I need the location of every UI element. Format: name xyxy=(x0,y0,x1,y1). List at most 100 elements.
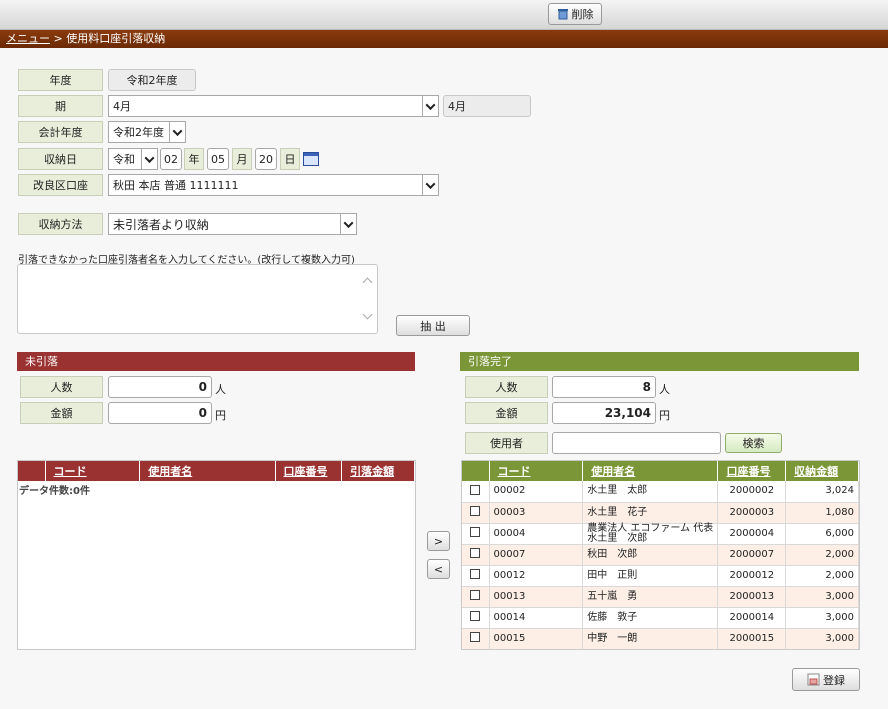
method-select-value: 未引落者より収納 xyxy=(113,217,209,232)
row-account: 2000004 xyxy=(717,523,787,545)
table-row[interactable]: 00014 佐藤 敦子 2000014 3,000 xyxy=(462,607,859,629)
scroll-up-icon[interactable] xyxy=(362,277,373,288)
fiscal-year-select[interactable]: 令和2年度 xyxy=(108,121,186,143)
user-search-input[interactable] xyxy=(552,432,721,454)
year-num-input[interactable]: 02 xyxy=(160,148,182,170)
month-unit: 月 xyxy=(232,148,252,170)
done-col-name[interactable]: 使用者名 xyxy=(582,461,719,481)
delete-button[interactable]: 削除 xyxy=(548,3,602,25)
row-code: 00004 xyxy=(489,523,584,545)
done-col-amount[interactable]: 収納金額 xyxy=(785,461,859,481)
search-button[interactable]: 検索 xyxy=(725,433,782,453)
unpaid-col-amount[interactable]: 引落金額 xyxy=(341,461,415,481)
table-row[interactable]: 00003 水土里 花子 2000003 1,080 xyxy=(462,502,859,524)
chevron-down-icon xyxy=(422,175,438,195)
row-amount: 3,024 xyxy=(785,481,859,503)
row-checkbox[interactable] xyxy=(470,527,481,537)
top-toolbar xyxy=(0,0,888,30)
row-code: 00007 xyxy=(489,544,584,566)
row-checkbox[interactable] xyxy=(470,590,481,600)
chevron-down-icon xyxy=(422,96,438,116)
calendar-icon[interactable] xyxy=(303,152,319,166)
breadcrumb-menu-link[interactable]: メニュー xyxy=(6,32,50,45)
row-code: 00003 xyxy=(489,502,584,524)
day-num-input[interactable]: 20 xyxy=(255,148,277,170)
delete-button-label: 削除 xyxy=(571,8,594,21)
done-amount-label: 金額 xyxy=(465,402,548,424)
row-code: 00014 xyxy=(489,607,584,629)
period-select-value: 4月 xyxy=(113,100,131,113)
names-textarea[interactable] xyxy=(17,264,378,334)
method-label: 収納方法 xyxy=(18,213,103,235)
account-select[interactable]: 秋田 本店 普通 1111111 xyxy=(108,174,439,196)
row-checkbox[interactable] xyxy=(470,506,481,516)
unpaid-amount-unit: 円 xyxy=(215,409,226,422)
era-select[interactable]: 令和 xyxy=(108,148,158,170)
unpaid-count-label: 人数 xyxy=(20,376,103,398)
row-checkbox[interactable] xyxy=(470,548,481,558)
method-select[interactable]: 未引落者より収納 xyxy=(108,213,357,235)
table-row[interactable]: 00013 五十嵐 勇 2000013 3,000 xyxy=(462,586,859,608)
row-amount: 3,000 xyxy=(785,586,859,608)
day-unit: 日 xyxy=(280,148,300,170)
fiscal-year-select-value: 令和2年度 xyxy=(113,126,164,139)
extract-button[interactable]: 抽 出 xyxy=(396,315,470,336)
row-code: 00015 xyxy=(489,628,584,649)
scroll-down-icon[interactable] xyxy=(362,309,373,320)
month-num-input[interactable]: 05 xyxy=(207,148,229,170)
row-checkbox[interactable] xyxy=(470,569,481,579)
unpaid-col-code[interactable]: コード xyxy=(45,461,141,481)
unpaid-col-account[interactable]: 口座番号 xyxy=(275,461,343,481)
table-row[interactable]: 00004 農業法人 エコファーム 代表 水土里 次郎 2000004 6,00… xyxy=(462,523,859,545)
row-checkbox[interactable] xyxy=(470,632,481,642)
done-amount-value: 23,104 xyxy=(552,402,656,424)
period-display: 4月 xyxy=(443,95,531,117)
done-count-unit: 人 xyxy=(659,383,670,396)
row-account: 2000014 xyxy=(717,607,787,629)
register-button-label: 登録 xyxy=(823,673,845,687)
move-right-button[interactable]: > xyxy=(427,531,450,551)
chevron-left-icon: < xyxy=(433,562,444,576)
unpaid-table-panel: コード 使用者名 口座番号 引落金額 データ件数:0件 xyxy=(17,460,416,650)
row-checkbox[interactable] xyxy=(470,611,481,621)
unpaid-amount-label: 金額 xyxy=(20,402,103,424)
year-label: 年度 xyxy=(18,69,103,91)
row-name: 佐藤 敦子 xyxy=(582,607,719,629)
register-button[interactable]: 登録 xyxy=(792,668,860,691)
chevron-down-icon xyxy=(169,122,185,142)
breadcrumb: メニュー > 使用料口座引落収納 xyxy=(0,30,888,48)
user-label: 使用者 xyxy=(465,432,548,454)
done-col-account[interactable]: 口座番号 xyxy=(717,461,787,481)
done-col-code[interactable]: コード xyxy=(489,461,584,481)
row-name: 中野 一朗 xyxy=(582,628,719,649)
unpaid-count-unit: 人 xyxy=(215,383,226,396)
table-row[interactable]: 00007 秋田 次郎 2000007 2,000 xyxy=(462,544,859,566)
unpaid-col-name[interactable]: 使用者名 xyxy=(139,461,276,481)
era-select-value: 令和 xyxy=(113,153,135,166)
row-name: 水土里 花子 xyxy=(582,502,719,524)
period-select[interactable]: 4月 xyxy=(108,95,439,117)
row-name: 水土里 太郎 xyxy=(582,481,719,503)
done-amount-unit: 円 xyxy=(659,409,670,422)
period-label: 期 xyxy=(18,95,103,117)
row-account: 2000015 xyxy=(717,628,787,649)
table-row[interactable]: 00015 中野 一朗 2000015 3,000 xyxy=(462,628,859,649)
row-amount: 2,000 xyxy=(785,544,859,566)
row-checkbox[interactable] xyxy=(470,484,481,495)
table-row[interactable]: 00002 水土里 太郎 2000002 3,024 xyxy=(462,481,859,503)
save-icon xyxy=(807,673,820,686)
row-amount: 6,000 xyxy=(785,523,859,545)
fiscal-year-label: 会計年度 xyxy=(18,121,103,143)
search-button-label: 検索 xyxy=(742,437,765,450)
done-col-check xyxy=(462,461,490,481)
row-name: 秋田 次郎 xyxy=(582,544,719,566)
row-code: 00013 xyxy=(489,586,584,608)
move-left-button[interactable]: < xyxy=(427,559,450,579)
breadcrumb-current: 使用料口座引落収納 xyxy=(66,32,166,45)
account-select-value: 秋田 本店 普通 1111111 xyxy=(113,179,239,192)
account-label: 改良区口座 xyxy=(18,174,103,196)
done-table: コード 使用者名 口座番号 収納金額 00002 水土里 太郎 2000002 … xyxy=(462,461,859,649)
table-row[interactable]: 00012 田中 正則 2000012 2,000 xyxy=(462,565,859,587)
receipt-date-label: 収納日 xyxy=(18,148,103,170)
unpaid-col-check xyxy=(18,461,46,481)
